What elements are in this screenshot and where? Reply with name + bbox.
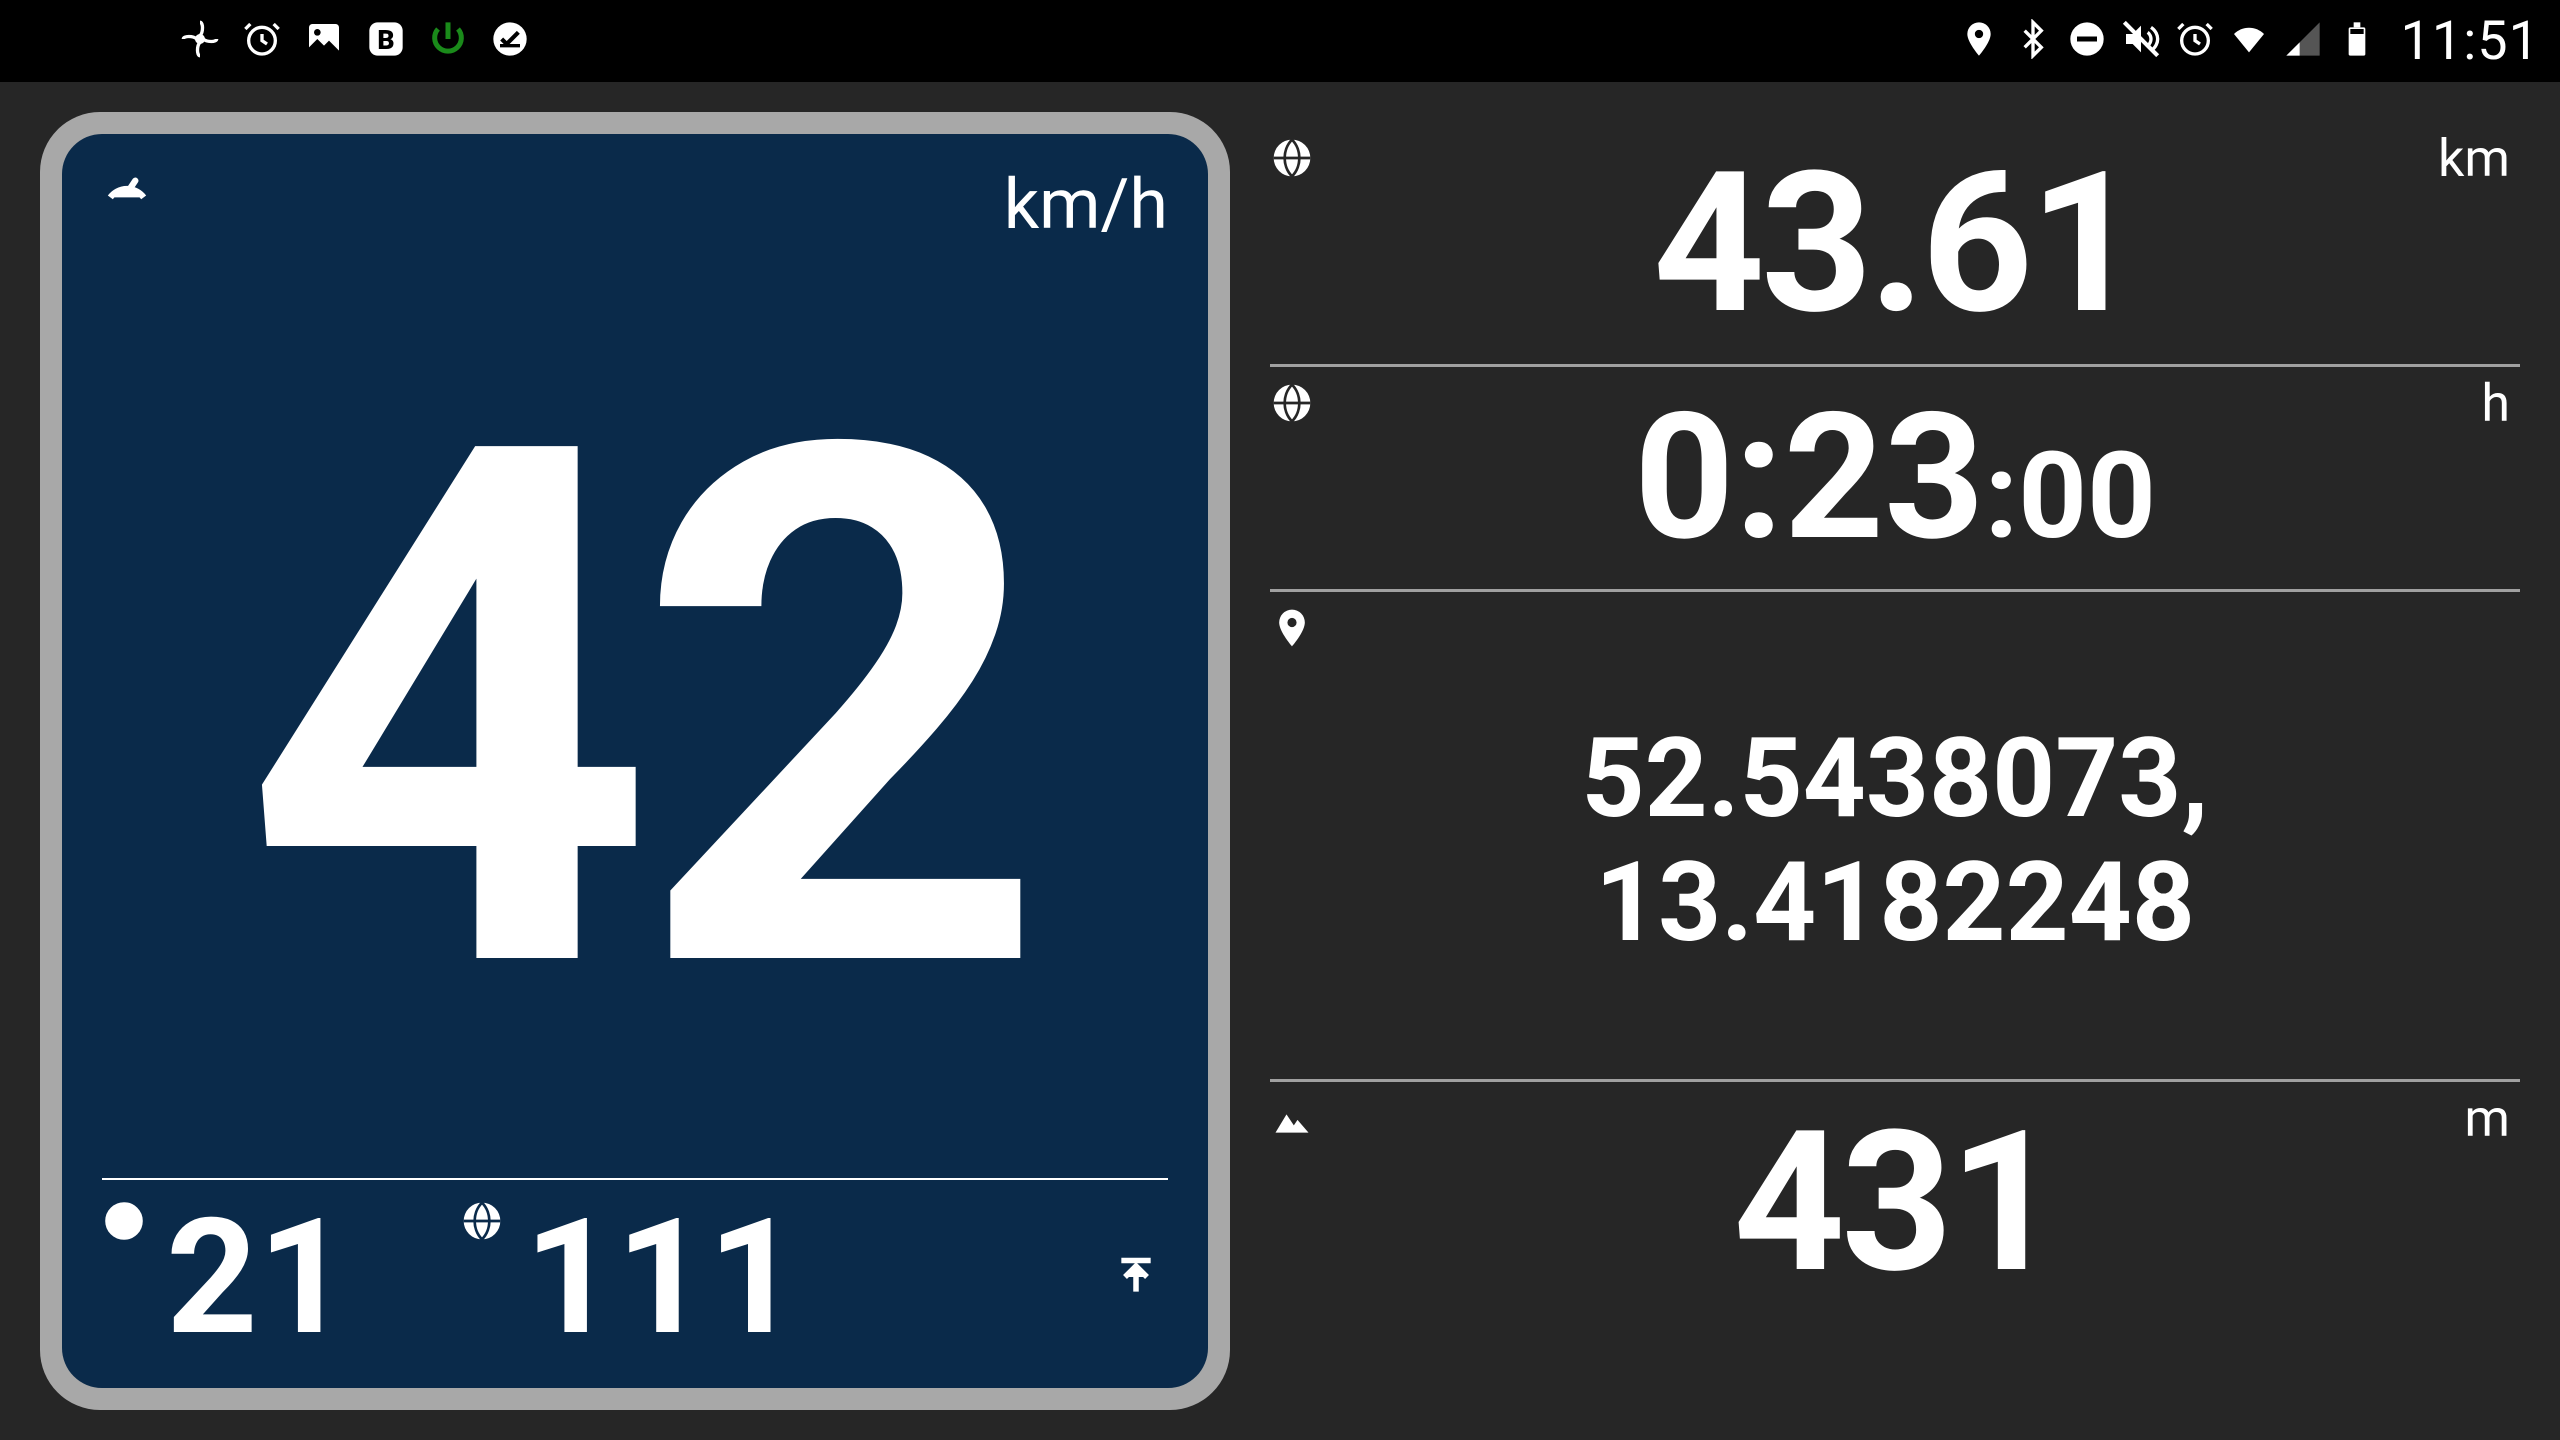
coordinates-row[interactable]: 52.5438073, 13.4182248	[1270, 592, 2520, 1082]
bluetooth-icon	[2013, 19, 2053, 63]
globe-icon	[1270, 381, 1314, 429]
location-icon	[1959, 19, 1999, 63]
longitude-value: 13.4182248	[1582, 841, 2209, 964]
speed-bottom-stats: 21 111	[102, 1178, 1168, 1368]
right-stats-panel: km 43.61 h 0:23:00 52.5438073, 13.418224…	[1270, 112, 2520, 1410]
arrow-up-icon	[1114, 1255, 1158, 1303]
battery-icon	[2337, 19, 2377, 63]
do-not-disturb-icon	[2067, 19, 2107, 63]
fan-icon	[180, 19, 220, 63]
alarm-icon	[242, 19, 282, 63]
distance-unit: km	[2438, 128, 2510, 189]
time-row[interactable]: h 0:23:00	[1270, 367, 2520, 592]
time-main: 0:23	[1634, 386, 1985, 570]
alarm-status-icon	[2175, 19, 2215, 63]
time-seconds: :00	[1985, 434, 2157, 560]
dashboard: km/h 42 21 111	[0, 82, 2560, 1440]
wifi-icon	[2229, 19, 2269, 63]
time-unit: h	[2481, 373, 2510, 434]
distance-row[interactable]: km 43.61	[1270, 122, 2520, 367]
globe-icon	[1270, 136, 1314, 184]
status-time: 11:51	[2401, 10, 2540, 73]
distance-value: 43.61	[1653, 146, 2137, 341]
elevation-row[interactable]: m 431	[1270, 1082, 2520, 1322]
elevation-unit: m	[2464, 1088, 2510, 1149]
mountain-icon	[1270, 1096, 1314, 1144]
average-icon	[102, 1199, 146, 1247]
speed-unit-label: km/h	[1004, 164, 1168, 246]
speed-value: 42	[102, 246, 1168, 1178]
mute-icon	[2121, 19, 2161, 63]
max-speed-value: 111	[524, 1199, 799, 1359]
speed-card-inner: km/h 42 21 111	[62, 134, 1208, 1388]
check-circle-icon	[490, 19, 530, 63]
power-icon	[428, 19, 468, 63]
status-right-icons: 11:51	[1959, 10, 2540, 73]
status-bar: B 11:51	[0, 0, 2560, 82]
status-left-icons: B	[180, 19, 530, 63]
b-app-icon: B	[366, 19, 406, 63]
svg-text:B: B	[377, 24, 394, 56]
image-icon	[304, 19, 344, 63]
speed-card[interactable]: km/h 42 21 111	[40, 112, 1230, 1410]
pin-icon	[1270, 606, 1314, 654]
signal-icon	[2283, 19, 2323, 63]
avg-speed-value: 21	[166, 1199, 350, 1359]
elevation-value: 431	[1733, 1105, 2057, 1300]
globe-icon	[460, 1199, 504, 1247]
latitude-value: 52.5438073,	[1582, 717, 2209, 840]
coordinates-value: 52.5438073, 13.4182248	[1582, 677, 2209, 993]
time-value: 0:23:00	[1634, 386, 2156, 570]
speedometer-icon	[102, 164, 152, 218]
